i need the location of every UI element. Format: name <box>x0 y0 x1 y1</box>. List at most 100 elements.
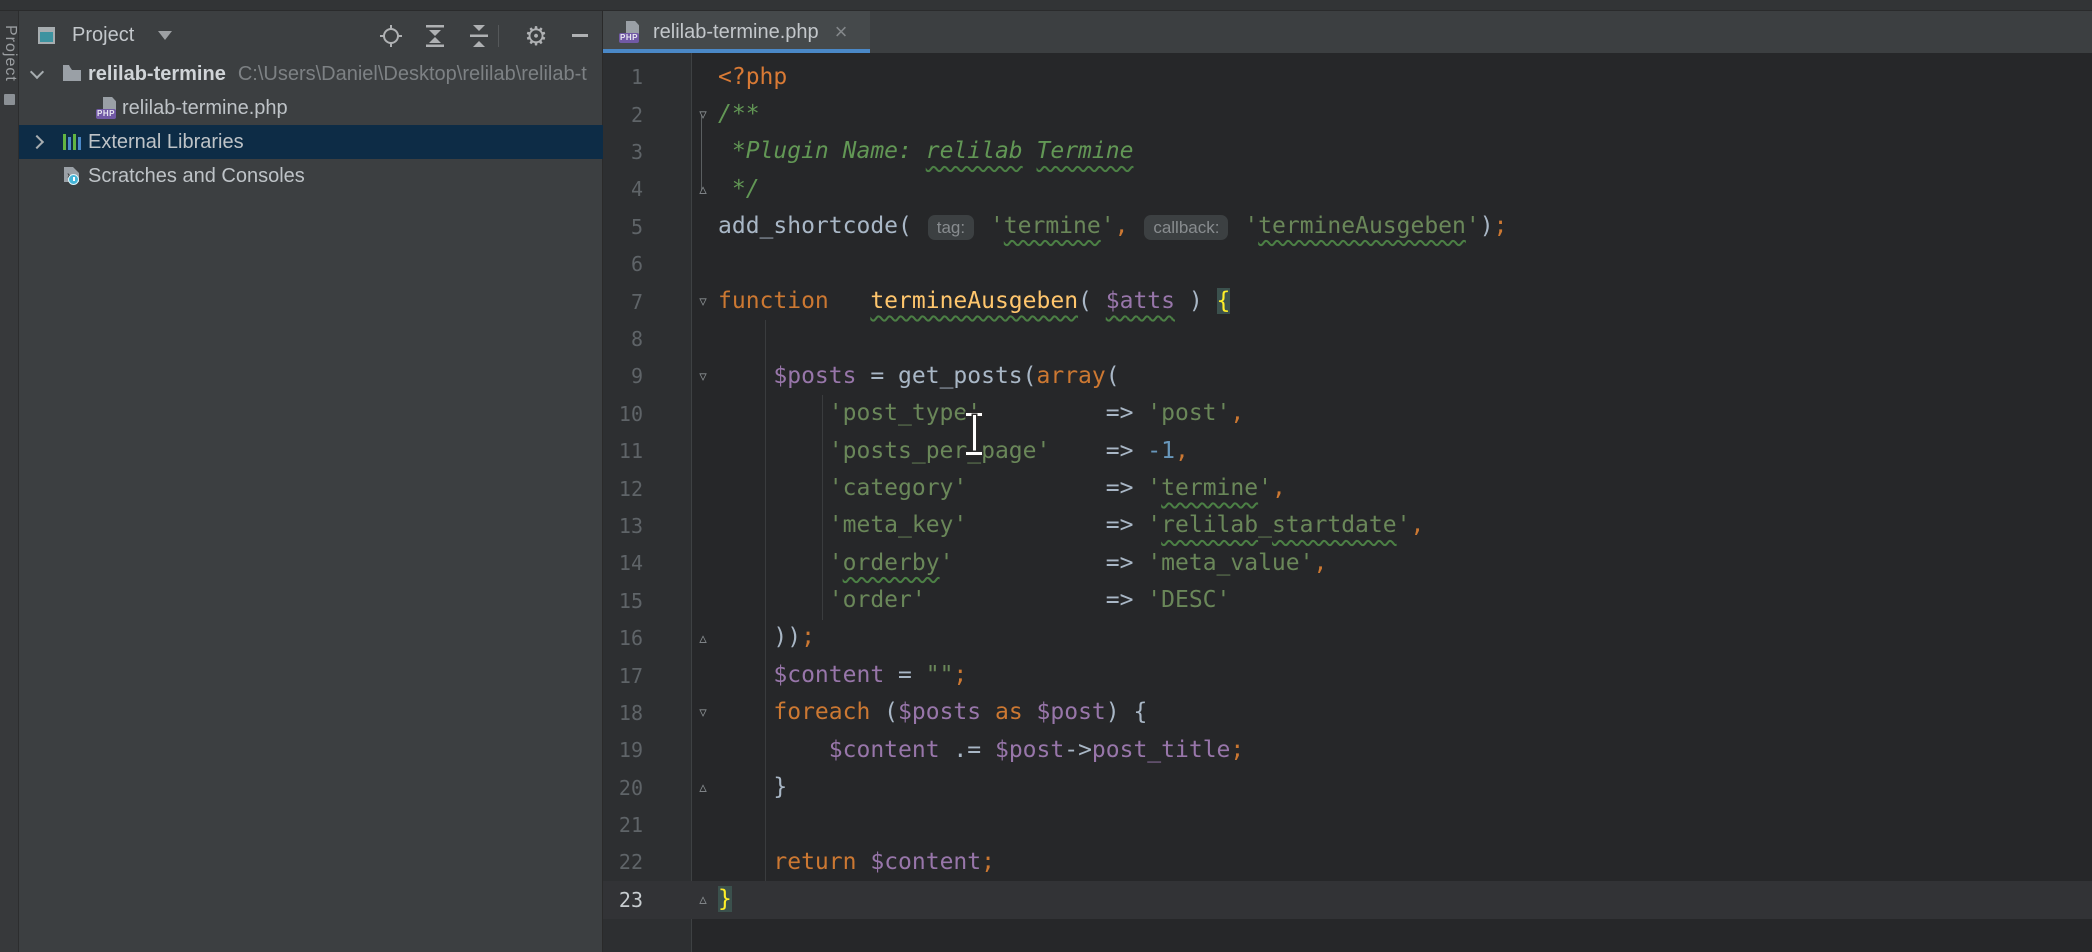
fold-down-icon[interactable]: ▿ <box>691 369 715 384</box>
line-number: 6 <box>603 252 691 276</box>
line-number: 19 <box>603 738 691 762</box>
collapse-all-button[interactable] <box>462 11 496 60</box>
locate-button[interactable] <box>374 11 408 60</box>
hide-panel-button[interactable] <box>563 11 597 60</box>
ide-window: Project Project <box>0 0 2092 952</box>
code-line-1: 1<?php <box>603 59 2092 96</box>
fold-up-icon[interactable]: ▵ <box>691 182 715 197</box>
scratches-icon: › <box>62 166 82 186</box>
editor-tab-relilab-termine-php[interactable]: PHPrelilab-termine.php× <box>603 11 870 53</box>
collapse-all-icon <box>469 25 489 47</box>
parameter-hint: tag: <box>928 215 974 240</box>
code-line-11: 11 'posts_per_page' => -1, <box>603 433 2092 470</box>
line-number: 9 <box>603 364 691 388</box>
code-line-19: 19 $content .= $post->post_title; <box>603 732 2092 769</box>
project-tree: relilab-termine C:\Users\Daniel\Desktop\r… <box>19 57 603 193</box>
project-stripe-button[interactable]: Project <box>1 25 19 82</box>
line-number: 17 <box>603 664 691 688</box>
code-text[interactable]: <?php <box>715 59 787 96</box>
expand-all-icon <box>425 25 445 47</box>
code-line-12: 12 'category' => 'termine', <box>603 470 2092 507</box>
chevron-down-icon[interactable] <box>158 31 172 40</box>
project-panel: Project <box>19 11 603 952</box>
expand-all-button[interactable] <box>418 11 452 60</box>
code-text[interactable]: $content .= $post->post_title; <box>715 732 1244 769</box>
code-text[interactable]: $content = ""; <box>715 657 967 694</box>
project-panel-header: Project <box>19 11 602 60</box>
code-line-3: 3 *Plugin Name: relilab Termine <box>603 133 2092 170</box>
tree-item-label: External Libraries <box>88 131 244 154</box>
fold-up-icon[interactable]: ▵ <box>691 892 715 907</box>
editor-area[interactable]: PHPrelilab-termine.php× 1<?php2▿/**3 *Pl… <box>603 11 2092 952</box>
php-file-icon: PHP <box>96 97 118 119</box>
library-icon <box>62 132 82 152</box>
code-line-20: 20▵ } <box>603 769 2092 806</box>
code-line-17: 17 $content = ""; <box>603 657 2092 694</box>
project-toolwindow-icon <box>38 27 55 44</box>
line-number: 11 <box>603 439 691 463</box>
fold-down-icon[interactable]: ▿ <box>691 705 715 720</box>
code-text[interactable]: } <box>715 881 732 918</box>
fold-down-icon[interactable]: ▿ <box>691 107 715 122</box>
code-text[interactable]: 'posts_per_page' => -1, <box>715 433 1189 470</box>
code-text[interactable]: /** <box>715 96 760 133</box>
code-text[interactable]: return $content; <box>715 844 995 881</box>
code-line-22: 22 return $content; <box>603 844 2092 881</box>
settings-button[interactable]: ⚙ <box>519 11 553 60</box>
left-tool-stripe: Project <box>0 11 19 952</box>
tool-stripe-square-icon[interactable] <box>4 94 15 105</box>
line-number: 5 <box>603 215 691 239</box>
code-text[interactable]: 'order' => 'DESC' <box>715 582 1230 619</box>
line-number: 16 <box>603 626 691 650</box>
tree-item-path: C:\Users\Daniel\Desktop\relilab\relilab-… <box>238 63 587 86</box>
fold-up-icon[interactable]: ▵ <box>691 631 715 646</box>
editor-tab-bar: PHPrelilab-termine.php× <box>603 11 2092 53</box>
code-text[interactable]: )); <box>715 619 815 656</box>
code-text[interactable]: 'meta_key' => 'relilab_startdate', <box>715 507 1424 544</box>
line-number: 10 <box>603 402 691 426</box>
code-text[interactable]: *Plugin Name: relilab Termine <box>715 133 1133 170</box>
tab-close-icon[interactable]: × <box>835 22 848 42</box>
line-number: 20 <box>603 776 691 800</box>
code-text[interactable]: $posts = get_posts(array( <box>715 358 1120 395</box>
parameter-hint: callback: <box>1144 215 1228 240</box>
code-text[interactable]: 'orderby' => 'meta_value', <box>715 545 1327 582</box>
tree-item-relilab-termine[interactable]: relilab-termine C:\Users\Daniel\Desktop\r… <box>19 57 603 91</box>
code-text[interactable]: foreach ($posts as $post) { <box>715 694 1147 731</box>
tree-item-external-libraries[interactable]: External Libraries <box>19 125 603 159</box>
line-number: 2 <box>603 103 691 127</box>
tree-item-label: relilab-termine <box>88 63 226 86</box>
chevron-right-icon[interactable] <box>30 135 44 149</box>
code-line-2: 2▿/** <box>603 96 2092 133</box>
tree-item-relilab-termine-php[interactable]: PHPrelilab-termine.php <box>19 91 603 125</box>
line-number: 21 <box>603 813 691 837</box>
tab-label: relilab-termine.php <box>653 21 819 44</box>
code-line-7: 7▿function termineAusgeben( $atts ) { <box>603 283 2092 320</box>
project-panel-title: Project <box>72 24 134 47</box>
code-text[interactable]: function termineAusgeben( $atts ) { <box>715 283 1230 320</box>
code-text[interactable]: add_shortcode( tag: 'termine', callback:… <box>715 208 1507 246</box>
line-number: 12 <box>603 477 691 501</box>
line-number: 7 <box>603 290 691 314</box>
minus-icon <box>572 34 588 37</box>
line-number: 18 <box>603 701 691 725</box>
gear-icon: ⚙ <box>524 23 547 49</box>
code-line-16: 16▵ )); <box>603 619 2092 656</box>
code-text[interactable]: } <box>715 769 787 806</box>
code-text[interactable]: */ <box>715 171 760 208</box>
code-text[interactable]: 'category' => 'termine', <box>715 470 1286 507</box>
line-number: 4 <box>603 177 691 201</box>
line-number: 22 <box>603 850 691 874</box>
mouse-cursor <box>962 412 986 456</box>
tree-item-scratches-and-consoles[interactable]: ›Scratches and Consoles <box>19 159 603 193</box>
window-top-strip <box>0 0 2092 11</box>
chevron-down-icon[interactable] <box>30 65 44 79</box>
fold-up-icon[interactable]: ▵ <box>691 780 715 795</box>
fold-down-icon[interactable]: ▿ <box>691 294 715 309</box>
code-line-8: 8 <box>603 320 2092 357</box>
code-line-14: 14 'orderby' => 'meta_value', <box>603 545 2092 582</box>
line-number: 15 <box>603 589 691 613</box>
line-number: 3 <box>603 140 691 164</box>
code-line-4: 4▵ */ <box>603 171 2092 208</box>
code-line-13: 13 'meta_key' => 'relilab_startdate', <box>603 507 2092 544</box>
